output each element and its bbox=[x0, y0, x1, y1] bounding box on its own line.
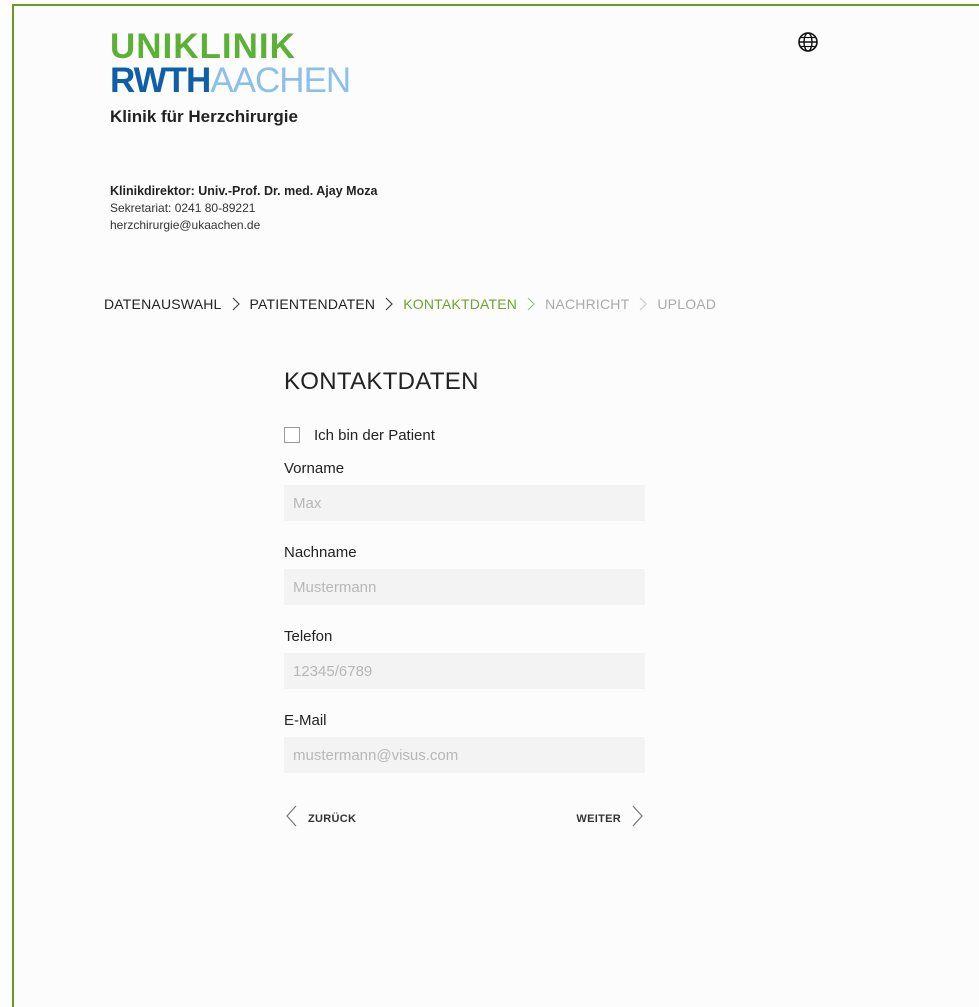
secretariat-phone: Sekretariat: 0241 80-89221 bbox=[110, 201, 256, 215]
email-input[interactable] bbox=[284, 737, 645, 773]
chevron-right-icon bbox=[631, 804, 645, 833]
breadcrumb: DATENAUSWAHL PATIENTENDATEN KONTAKTDATEN… bbox=[104, 296, 716, 312]
breadcrumb-step-nachricht: NACHRICHT bbox=[545, 296, 630, 312]
chevron-right-icon bbox=[384, 296, 394, 312]
logo-uniklinik-text: UNIKLINIK bbox=[110, 27, 296, 66]
contact-form: KONTAKTDATEN Ich bin der Patient Vorname… bbox=[284, 368, 645, 796]
next-button-label: WEITER bbox=[576, 812, 621, 825]
contact-email[interactable]: herzchirurgie@ukaachen.de bbox=[110, 217, 377, 234]
last-name-input[interactable] bbox=[284, 569, 645, 605]
logo-rwth-aachen: RWTHAACHEN bbox=[110, 61, 351, 100]
patient-checkbox-label[interactable]: Ich bin der Patient bbox=[314, 427, 435, 444]
logo-aachen-text: AACHEN bbox=[210, 61, 351, 100]
patient-checkbox-row[interactable]: Ich bin der Patient bbox=[284, 424, 645, 446]
director-title: Klinikdirektor: Univ.-Prof. Dr. med. Aja… bbox=[110, 184, 378, 198]
patient-checkbox[interactable] bbox=[284, 427, 300, 443]
back-button-label: ZURÜCK bbox=[308, 812, 357, 825]
breadcrumb-step-upload: UPLOAD bbox=[657, 296, 717, 312]
chevron-right-icon bbox=[526, 296, 536, 312]
phone-input[interactable] bbox=[284, 653, 645, 689]
clinic-name: Klinik für Herzchirurgie bbox=[110, 107, 298, 126]
last-name-label: Nachname bbox=[284, 544, 357, 561]
breadcrumb-step-kontaktdaten[interactable]: KONTAKTDATEN bbox=[403, 296, 517, 312]
breadcrumb-step-datenauswahl[interactable]: DATENAUSWAHL bbox=[104, 296, 222, 312]
next-button[interactable]: WEITER bbox=[576, 804, 645, 833]
form-title: KONTAKTDATEN bbox=[284, 368, 479, 395]
form-navigation: ZURÜCK WEITER bbox=[284, 804, 645, 830]
email-label: E-Mail bbox=[284, 712, 327, 729]
breadcrumb-step-patientendaten[interactable]: PATIENTENDATEN bbox=[250, 296, 376, 312]
first-name-input[interactable] bbox=[284, 485, 645, 521]
back-button[interactable]: ZURÜCK bbox=[284, 804, 356, 833]
globe-icon[interactable] bbox=[797, 31, 819, 53]
phone-label: Telefon bbox=[284, 628, 333, 645]
first-name-label: Vorname bbox=[284, 460, 345, 477]
uniklinik-logo[interactable]: UNIKLINIK RWTHAACHEN bbox=[110, 27, 351, 100]
chevron-left-icon bbox=[284, 804, 298, 833]
chevron-right-icon bbox=[231, 296, 241, 312]
chevron-right-icon bbox=[638, 296, 648, 312]
director-info: Klinikdirektor: Univ.-Prof. Dr. med. Aja… bbox=[110, 183, 377, 234]
logo-rwth-text: RWTH bbox=[110, 61, 211, 100]
